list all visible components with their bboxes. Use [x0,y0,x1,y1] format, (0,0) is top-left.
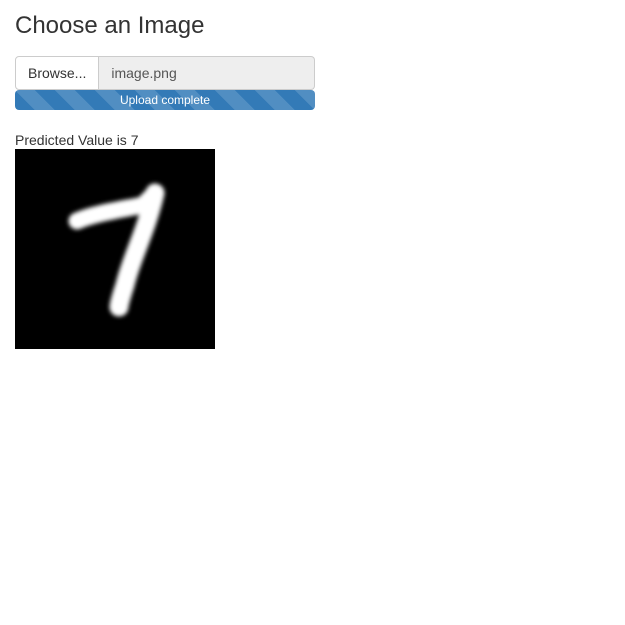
file-input-group: Browse... image.png [15,56,315,90]
page-title: Choose an Image [15,12,205,39]
upload-progress: Upload complete [15,90,315,110]
file-name-field[interactable]: image.png [99,56,315,90]
digit-image [15,149,215,349]
upload-progress-bar: Upload complete [15,90,315,110]
browse-button[interactable]: Browse... [15,56,100,90]
app-container: Choose an Image Browse... image.png Uplo… [15,0,315,349]
prediction-text: Predicted Value is 7 [15,132,139,148]
